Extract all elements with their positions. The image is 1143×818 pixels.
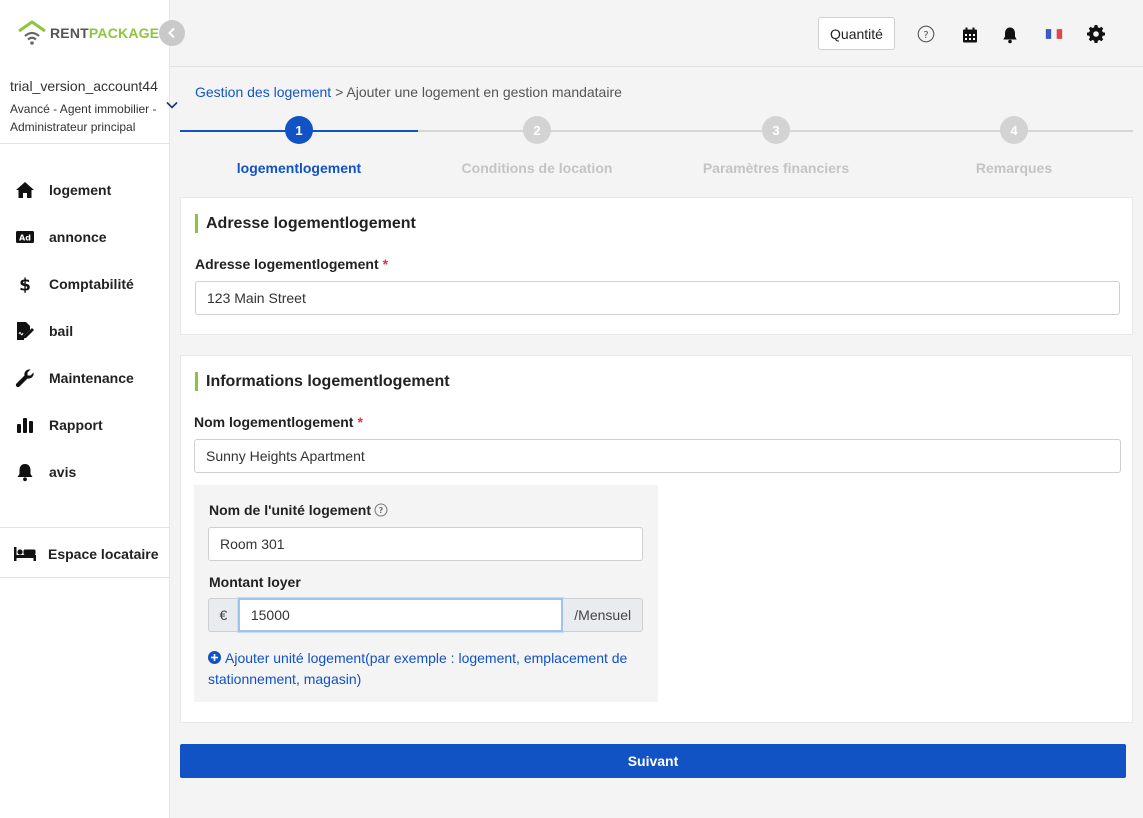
help-icon[interactable]: ? [916, 24, 936, 44]
house-wifi-icon [18, 20, 46, 45]
svg-text:?: ? [923, 30, 928, 41]
unit-name-input[interactable] [208, 527, 643, 561]
wrench-icon [14, 367, 36, 389]
svg-text:?: ? [379, 506, 384, 515]
sidebar-item-avis[interactable]: avis [0, 448, 170, 495]
sidebar-item-label: Comptabilité [49, 275, 134, 292]
sidebar-item-logement[interactable]: logement [0, 166, 170, 213]
rent-input-group: € /Mensuel [208, 598, 643, 632]
field-label-text: Nom de l'unité logement [209, 502, 372, 518]
step-number: 3 [762, 116, 790, 144]
field-label-text: Adresse logementlogement [195, 256, 379, 272]
ad-icon: Ad [14, 226, 36, 248]
field-label: Nom logementlogement * [194, 414, 363, 430]
required-mark: * [382, 256, 389, 272]
divider [0, 527, 170, 528]
address-input[interactable] [195, 281, 1120, 315]
sidebar-item-label: Maintenance [49, 369, 134, 386]
account-role: Avancé - Agent immobilier - Administrate… [10, 102, 157, 134]
required-mark: * [357, 414, 363, 430]
divider [0, 143, 170, 144]
sidebar-nav: logement Ad annonce $ Comptabilité bail … [0, 166, 170, 495]
brand-name-part2: PACKAGE [88, 25, 160, 41]
account-name: trial_version_account44 [10, 78, 158, 94]
chevron-left-icon [168, 27, 175, 39]
field-label: Nom de l'unité logement? [209, 502, 388, 518]
svg-text:$: $ [19, 275, 31, 294]
sidebar-item-rapport[interactable]: Rapport [0, 401, 170, 448]
breadcrumb-current: Ajouter une logement en gestion mandatai… [346, 84, 622, 100]
info-card: Informations logementlogement Nom logeme… [180, 355, 1133, 723]
top-header: Quantité ? [170, 0, 1143, 67]
step-number: 2 [523, 116, 551, 144]
breadcrumb-separator: > [331, 84, 347, 100]
step-label: Remarques [975, 160, 1053, 176]
flag-fr-icon[interactable] [1043, 24, 1065, 44]
sidebar-item-label: bail [49, 322, 74, 339]
field-label: Adresse logementlogement * [195, 256, 388, 272]
step-label: logementlogement [236, 160, 362, 176]
period-addon: /Mensuel [563, 598, 643, 632]
bell-icon [14, 461, 36, 483]
stepper: 1 logementlogement 2 Conditions de locat… [180, 116, 1133, 176]
bell-icon[interactable] [1000, 25, 1020, 45]
bed-icon [13, 543, 37, 565]
account-info: trial_version_account44 Avancé - Agent i… [10, 78, 165, 136]
step-label: Paramètres financiers [702, 160, 850, 176]
plus-circle-icon [208, 651, 221, 664]
chevron-down-icon[interactable] [165, 98, 179, 112]
rent-amount-input[interactable] [237, 598, 564, 632]
step-1[interactable]: 1 logementlogement [180, 116, 418, 176]
sidebar-collapse-button[interactable] [159, 20, 185, 46]
card-title: Informations logementlogement [195, 372, 450, 391]
sidebar-item-maintenance[interactable]: Maintenance [0, 354, 170, 401]
add-unit-text: Ajouter unité logement(par exemple : log… [208, 650, 628, 687]
help-icon[interactable]: ? [374, 503, 388, 517]
next-button[interactable]: Suivant [180, 744, 1126, 778]
address-card: Adresse logementlogement Adresse logemen… [180, 197, 1133, 335]
add-unit-link[interactable]: Ajouter unité logement(par exemple : log… [208, 648, 648, 690]
sidebar-item-label: logement [49, 181, 112, 198]
svg-text:Ad: Ad [19, 233, 31, 242]
sidebar-item-label: avis [49, 463, 77, 480]
currency-addon: € [208, 598, 238, 632]
home-icon [14, 179, 36, 201]
sidebar-item-espace-locataire[interactable]: Espace locataire [0, 530, 170, 577]
contract-icon [14, 320, 36, 342]
calendar-icon[interactable] [960, 25, 980, 45]
logo[interactable]: RENT PACKAGE [17, 20, 159, 46]
sidebar: RENT PACKAGE trial_version_account44 Avan… [0, 0, 178, 818]
dollar-icon: $ [14, 273, 36, 295]
sidebar-item-label: Rapport [49, 416, 103, 433]
quantity-button[interactable]: Quantité [818, 17, 895, 50]
gear-icon[interactable] [1086, 24, 1106, 44]
step-3[interactable]: 3 Paramètres financiers [657, 116, 895, 176]
bar-chart-icon [14, 414, 36, 436]
sidebar-item-comptabilite[interactable]: $ Comptabilité [0, 260, 170, 307]
field-label-text: Nom logementlogement [194, 414, 354, 430]
sidebar-item-bail[interactable]: bail [0, 307, 170, 354]
sidebar-item-label: annonce [49, 228, 107, 245]
sidebar-item-annonce[interactable]: Ad annonce [0, 213, 170, 260]
step-2[interactable]: 2 Conditions de location [418, 116, 656, 176]
step-number: 1 [285, 116, 313, 144]
property-name-input[interactable] [194, 439, 1121, 473]
step-number: 4 [1000, 116, 1028, 144]
step-label: Conditions de location [461, 160, 613, 176]
step-4[interactable]: 4 Remarques [895, 116, 1133, 176]
field-label: Montant loyer [209, 574, 301, 590]
unit-box: Nom de l'unité logement? Montant loyer €… [194, 485, 658, 702]
breadcrumb-link-gestion[interactable]: Gestion des logement [195, 84, 331, 100]
card-title: Adresse logementlogement [195, 214, 416, 233]
divider [0, 577, 170, 578]
breadcrumb: Gestion des logement > Ajouter une logem… [195, 84, 622, 100]
sidebar-item-label: Espace locataire [48, 545, 159, 562]
brand-name-part1: RENT [50, 25, 89, 41]
